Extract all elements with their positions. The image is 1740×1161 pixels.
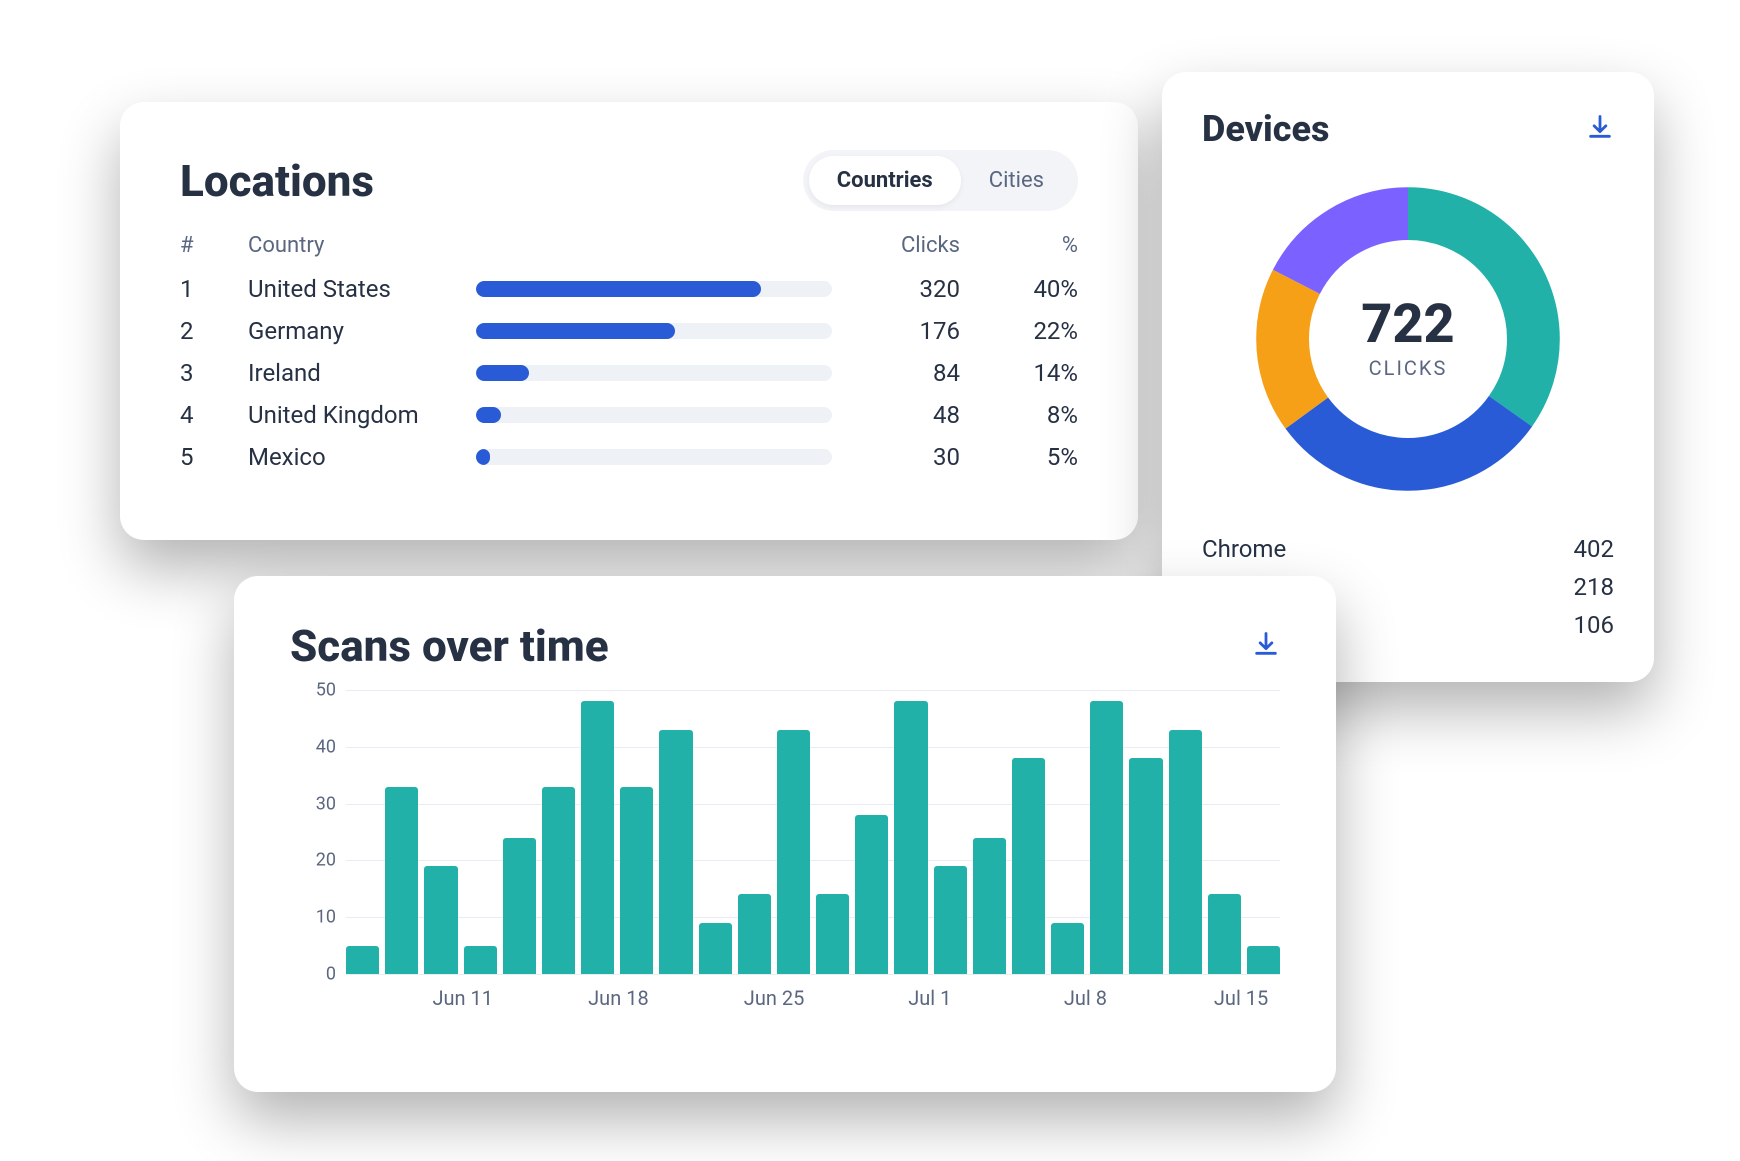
- col-percent: %: [968, 233, 1078, 258]
- download-icon[interactable]: [1586, 113, 1614, 145]
- device-name: Chrome: [1202, 535, 1286, 563]
- devices-total-label: CLICKS: [1369, 356, 1448, 380]
- bar: [777, 730, 810, 974]
- country: United Kingdom: [248, 401, 468, 429]
- bar: [620, 787, 653, 974]
- rank: 2: [180, 317, 240, 345]
- table-row: 1 United States 320 40%: [180, 268, 1078, 310]
- scans-title: Scans over time: [290, 620, 609, 672]
- devices-donut: 722 CLICKS: [1243, 174, 1573, 504]
- bar: [581, 701, 614, 974]
- bar-fill: [476, 449, 490, 465]
- x-tick: Jun 25: [744, 986, 805, 1010]
- locations-table-header: # Country Clicks %: [180, 233, 1078, 258]
- locations-card: Locations Countries Cities # Country Cli…: [120, 102, 1138, 540]
- clicks: 84: [840, 359, 960, 387]
- col-country: Country: [248, 233, 468, 258]
- table-row: 2 Germany 176 22%: [180, 310, 1078, 352]
- col-rank: #: [180, 233, 240, 258]
- x-tick: Jul 1: [908, 986, 951, 1010]
- x-tick: Jun 18: [588, 986, 649, 1010]
- bar: [1051, 923, 1084, 974]
- bar: [464, 946, 497, 974]
- bar-track: [476, 281, 832, 297]
- table-row: 5 Mexico 30 5%: [180, 436, 1078, 478]
- clicks: 176: [840, 317, 960, 345]
- y-tick: 0: [290, 964, 336, 985]
- bar: [1129, 758, 1162, 974]
- clicks: 30: [840, 443, 960, 471]
- rank: 4: [180, 401, 240, 429]
- bar-track: [476, 365, 832, 381]
- devices-total: 722: [1361, 298, 1454, 352]
- bar: [738, 894, 771, 974]
- bar: [894, 701, 927, 974]
- country: Germany: [248, 317, 468, 345]
- country: United States: [248, 275, 468, 303]
- bar: [1169, 730, 1202, 974]
- bar: [1012, 758, 1045, 974]
- y-tick: 40: [290, 736, 336, 757]
- list-item: Chrome 402: [1202, 530, 1614, 568]
- bar: [816, 894, 849, 974]
- locations-title: Locations: [180, 155, 374, 207]
- percent: 40%: [968, 275, 1078, 303]
- bar: [503, 838, 536, 974]
- device-value: 402: [1574, 535, 1614, 563]
- bar-fill: [476, 281, 761, 297]
- table-row: 3 Ireland 84 14%: [180, 352, 1078, 394]
- x-tick: Jul 15: [1214, 986, 1268, 1010]
- col-clicks: Clicks: [840, 233, 960, 258]
- bar-track: [476, 449, 832, 465]
- bar: [934, 866, 967, 974]
- rank: 1: [180, 275, 240, 303]
- clicks: 48: [840, 401, 960, 429]
- percent: 8%: [968, 401, 1078, 429]
- device-value: 218: [1574, 573, 1614, 601]
- y-tick: 50: [290, 680, 336, 701]
- y-tick: 30: [290, 793, 336, 814]
- y-tick: 10: [290, 907, 336, 928]
- tab-countries[interactable]: Countries: [809, 156, 961, 205]
- scans-bar-chart: 01020304050 Jun 11Jun 18Jun 25Jul 1Jul 8…: [290, 690, 1280, 1020]
- bar: [855, 815, 888, 974]
- bar-fill: [476, 323, 675, 339]
- rank: 5: [180, 443, 240, 471]
- bar: [385, 787, 418, 974]
- bar: [699, 923, 732, 974]
- bar-fill: [476, 365, 529, 381]
- percent: 5%: [968, 443, 1078, 471]
- bar: [1090, 701, 1123, 974]
- bar: [346, 946, 379, 974]
- locations-tab-switch: Countries Cities: [803, 150, 1078, 211]
- x-tick: Jul 8: [1064, 986, 1107, 1010]
- bar: [659, 730, 692, 974]
- download-icon[interactable]: [1252, 630, 1280, 662]
- tab-cities[interactable]: Cities: [961, 156, 1072, 205]
- percent: 14%: [968, 359, 1078, 387]
- bar: [1208, 894, 1241, 974]
- bar-fill: [476, 407, 501, 423]
- bar-track: [476, 323, 832, 339]
- table-row: 4 United Kingdom 48 8%: [180, 394, 1078, 436]
- device-value: 106: [1574, 611, 1614, 639]
- bar-track: [476, 407, 832, 423]
- percent: 22%: [968, 317, 1078, 345]
- country: Mexico: [248, 443, 468, 471]
- bar: [542, 787, 575, 974]
- bar: [424, 866, 457, 974]
- clicks: 320: [840, 275, 960, 303]
- rank: 3: [180, 359, 240, 387]
- scans-card: Scans over time 0 10 20 30 40 50 Jun 11 Jun 18…: [234, 576, 1336, 1092]
- bar: [1247, 946, 1280, 974]
- country: Ireland: [248, 359, 468, 387]
- y-tick: 20: [290, 850, 336, 871]
- bar: [973, 838, 1006, 974]
- x-tick: Jun 11: [432, 986, 493, 1010]
- devices-title: Devices: [1202, 108, 1330, 150]
